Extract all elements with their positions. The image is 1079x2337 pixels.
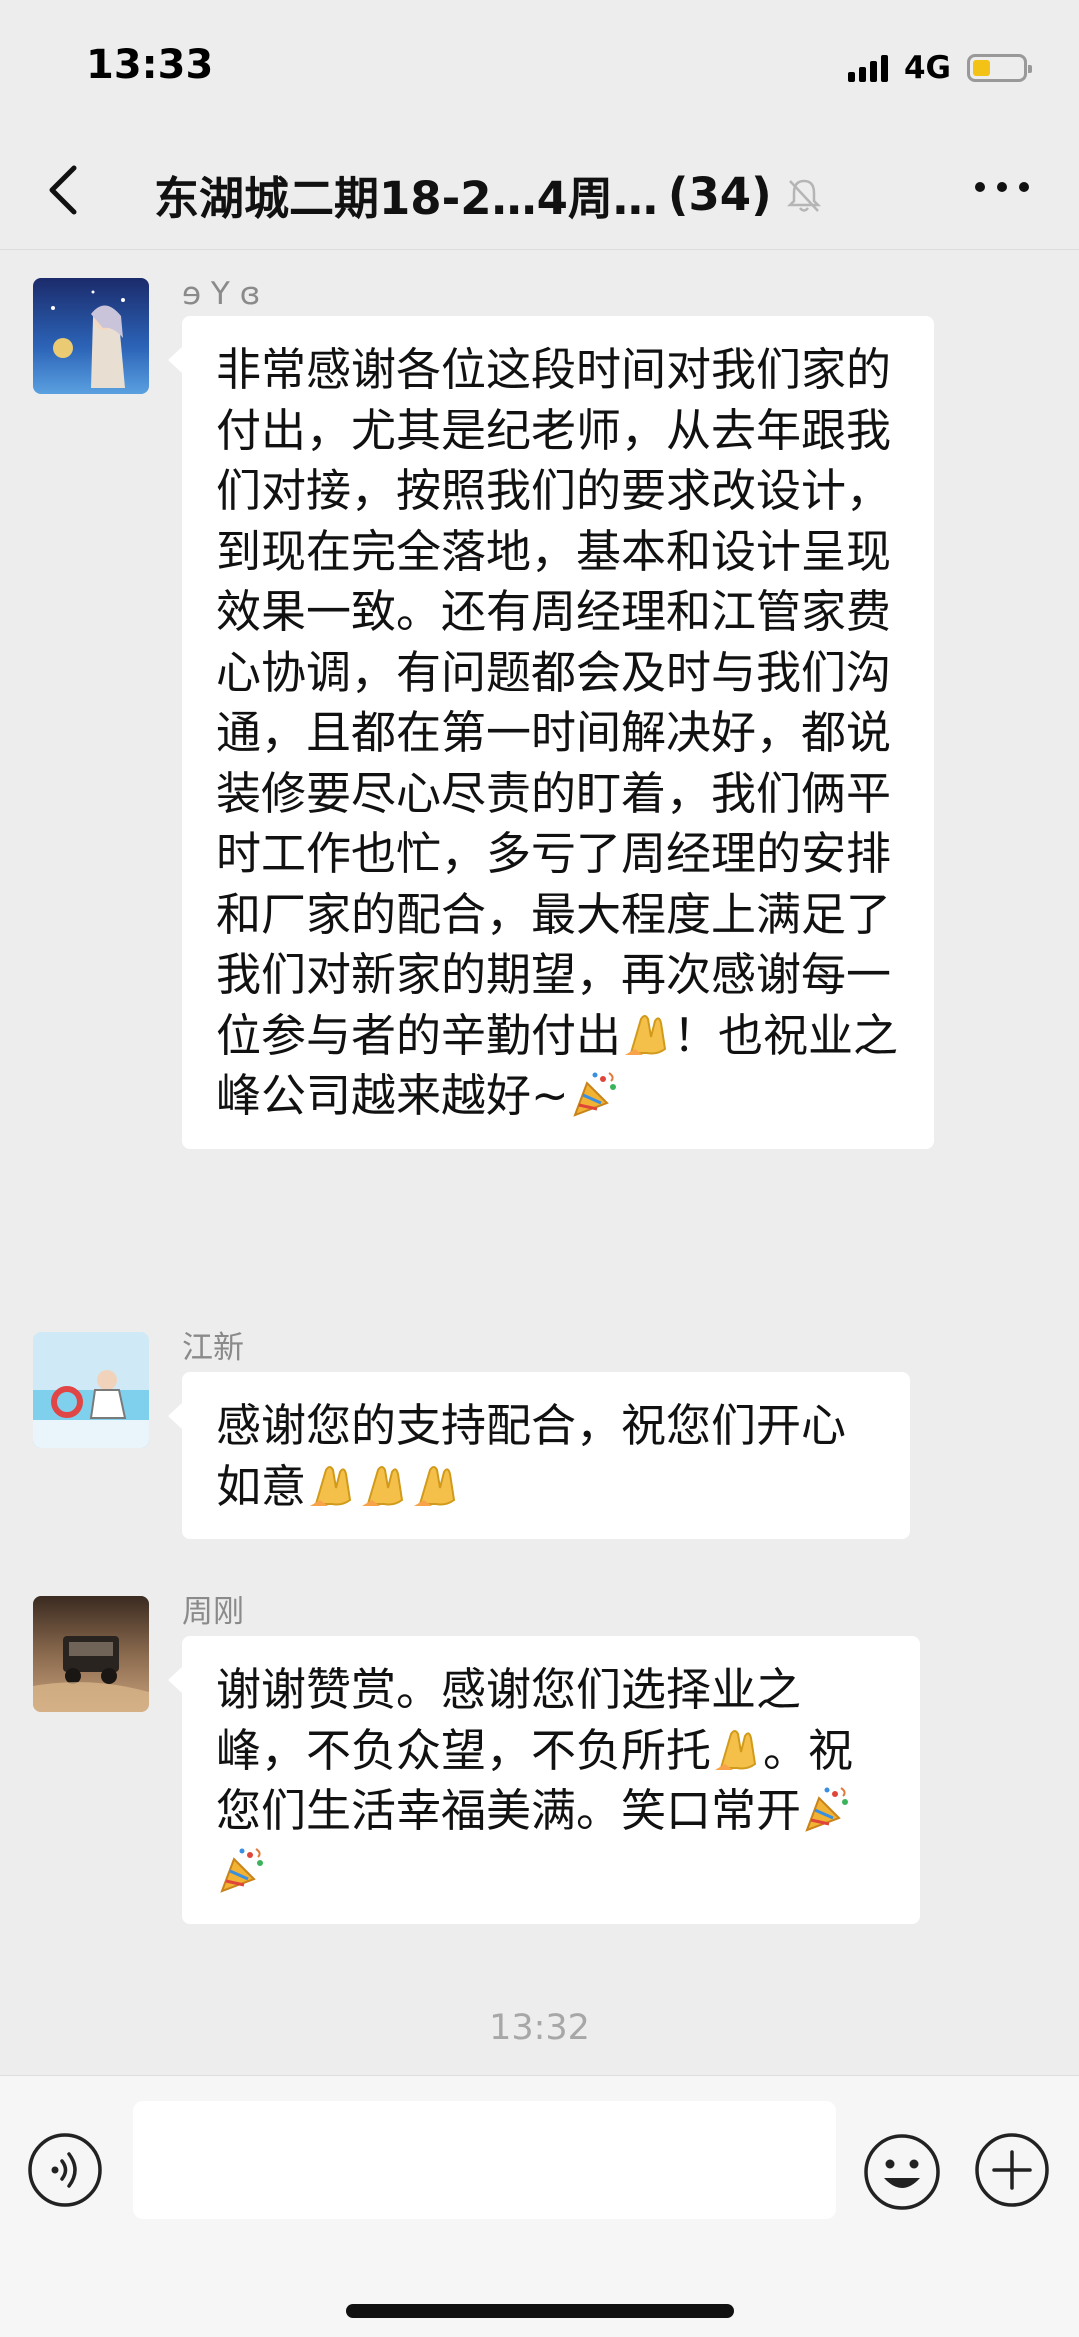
plus-icon	[975, 2133, 1049, 2207]
praying-hands-emoji	[621, 1009, 673, 1057]
avatar[interactable]	[33, 1332, 149, 1448]
party-popper-emoji	[801, 1784, 853, 1832]
praying-hands-emoji	[358, 1460, 410, 1508]
plus-button[interactable]	[974, 2132, 1050, 2208]
message-text: 非常感谢各位这段时间对我们家的付出，尤其是纪老师，从去年跟我们对接，按照我们的要…	[216, 343, 892, 1062]
emoji-button[interactable]	[862, 2132, 942, 2212]
more-button[interactable]	[967, 172, 1037, 202]
chat-timestamp: 13:32	[489, 2008, 590, 2048]
more-icon	[975, 182, 985, 192]
status-time: 13:33	[86, 42, 214, 88]
network-type: 4G	[903, 50, 951, 86]
chat-title[interactable]: 东湖城二期18-2…4周… (34)	[154, 162, 874, 227]
chat-header: 东湖城二期18-2…4周… (34)	[0, 130, 1079, 250]
back-icon	[49, 165, 77, 215]
home-indicator[interactable]	[346, 2304, 734, 2318]
sender-name: 江新	[182, 1330, 244, 1366]
group-name: 东湖城二期18-2…4周…	[154, 172, 658, 225]
message-input[interactable]	[133, 2101, 836, 2219]
praying-hands-emoji	[306, 1460, 358, 1508]
status-bar: 13:33 4G	[0, 0, 1079, 130]
voice-button[interactable]	[27, 2132, 103, 2208]
message-bubble[interactable]: 非常感谢各位这段时间对我们家的付出，尤其是纪老师，从去年跟我们对接，按照我们的要…	[168, 316, 934, 1149]
signal-icon	[847, 54, 888, 82]
praying-hands-emoji	[711, 1724, 763, 1772]
sender-name: ɘ Y ɞ	[182, 276, 261, 312]
message-bubble[interactable]: 感谢您的支持配合，祝您们开心如意	[168, 1372, 910, 1539]
sender-name: 周刚	[182, 1594, 244, 1630]
party-popper-emoji	[216, 1845, 268, 1893]
input-bar	[0, 2075, 1079, 2337]
emoji-icon	[864, 2134, 940, 2210]
chat-screen: 13:33 4G 东湖城二期18-2…4周… (34) ɘ Y ɞ 非常感谢各位…	[0, 0, 1079, 2337]
back-button[interactable]	[36, 160, 96, 220]
voice-icon	[28, 2133, 102, 2207]
mute-bell-icon	[786, 179, 821, 212]
party-popper-emoji	[569, 1069, 621, 1117]
member-count: (34)	[667, 168, 772, 221]
praying-hands-emoji	[410, 1460, 462, 1508]
battery-icon	[967, 54, 1032, 82]
status-indicators: 4G	[847, 50, 1032, 86]
avatar[interactable]	[33, 1596, 149, 1712]
avatar[interactable]	[33, 278, 149, 394]
battery-level	[973, 60, 990, 76]
message-bubble[interactable]: 谢谢赞赏。感谢您们选择业之峰，不负众望，不负所托 。祝您们生活幸福美满。笑口常开	[168, 1636, 920, 1924]
